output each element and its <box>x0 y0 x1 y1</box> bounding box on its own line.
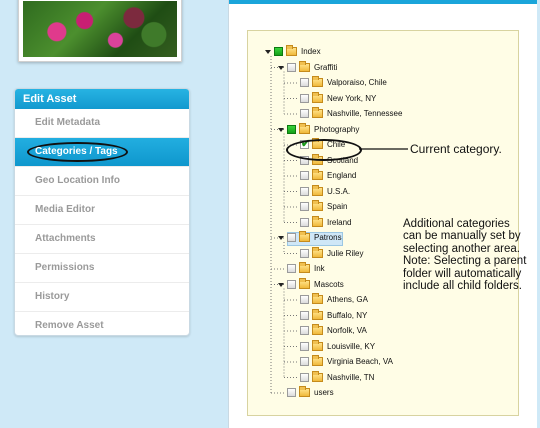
callout-pointer-line <box>359 148 408 150</box>
additional-categories-annotation: Additional categories can be manually se… <box>403 218 527 293</box>
current-category-annotation: Current category. <box>410 142 502 156</box>
